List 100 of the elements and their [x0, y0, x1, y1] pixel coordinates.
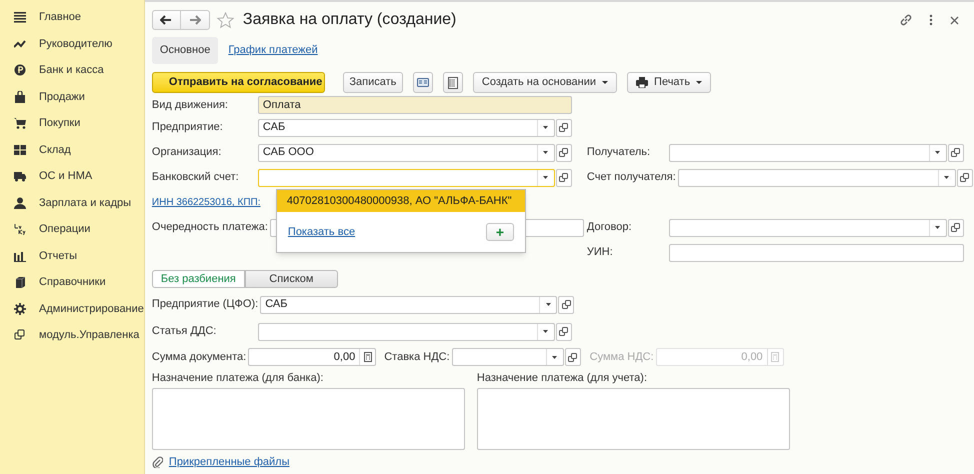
- segment-button[interactable]: Без разбиения: [152, 270, 245, 288]
- sidebar-item[interactable]: модуль.Управленка: [0, 322, 144, 348]
- list-icon: [448, 76, 458, 88]
- send-for-approval-button[interactable]: Отправить на согласование: [152, 72, 325, 93]
- icon-button[interactable]: [442, 72, 463, 93]
- open-button[interactable]: [948, 218, 964, 236]
- open-window-icon: [951, 223, 960, 232]
- input-field[interactable]: 0,00: [248, 348, 376, 366]
- open-button[interactable]: [556, 144, 572, 162]
- sidebar-item[interactable]: ОС и НМА: [0, 163, 144, 190]
- input-field[interactable]: [668, 218, 947, 236]
- caret-icon: [543, 176, 548, 179]
- trend-up-icon: [14, 38, 26, 50]
- link-icon[interactable]: [898, 13, 913, 27]
- open-window-icon: [559, 123, 568, 132]
- open-button[interactable]: [556, 168, 572, 186]
- input-field[interactable]: [258, 322, 555, 340]
- caret-icon: [552, 356, 558, 358]
- input-field[interactable]: Оплата: [258, 96, 572, 114]
- calculator-icon: [771, 352, 780, 362]
- caret-icon: [935, 151, 940, 154]
- add-button[interactable]: +: [486, 223, 514, 241]
- truck-icon: [14, 170, 26, 182]
- open-button[interactable]: [556, 322, 572, 340]
- open-button[interactable]: [948, 144, 964, 162]
- gear-icon: [14, 302, 26, 315]
- field-label: Назначение платежа (для банка):: [152, 371, 324, 385]
- create-based-on-button[interactable]: Создать на основании: [472, 72, 618, 93]
- field-label: Счет получателя:: [586, 170, 677, 186]
- sidebar-item[interactable]: Главное: [0, 4, 144, 30]
- input-field[interactable]: САБ ООО: [258, 144, 555, 162]
- coin-icon: [14, 64, 26, 76]
- dropdown-option[interactable]: 40702810300480000938, АО "АЛЬФА-БАНК": [276, 190, 525, 212]
- sidebar-item[interactable]: Справочники: [0, 269, 144, 296]
- sidebar-item[interactable]: Отчеты: [0, 242, 144, 269]
- left-arrow-icon: [160, 15, 172, 25]
- field-label: Сумма документа:: [152, 350, 248, 365]
- open-window-icon: [568, 352, 578, 362]
- sidebar-item[interactable]: Администрирование: [0, 296, 144, 322]
- open-window-icon: [559, 173, 568, 182]
- sidebar-item[interactable]: Склад: [0, 136, 144, 163]
- input-field[interactable]: САБ: [260, 296, 558, 314]
- field-label: Получатель:: [586, 145, 652, 160]
- cart-icon: [14, 117, 26, 130]
- caret-icon: [602, 81, 608, 84]
- input-field[interactable]: САБ: [258, 118, 555, 136]
- close-icon[interactable]: [950, 16, 959, 24]
- inn-link[interactable]: ИНН 3662253016, КПП:: [152, 195, 260, 210]
- open-window-icon: [559, 327, 568, 336]
- more-icon[interactable]: [928, 14, 933, 26]
- field-label: Вид движения:: [152, 98, 229, 113]
- caret-icon: [935, 226, 940, 229]
- icon-button[interactable]: [412, 72, 433, 93]
- attachments-link[interactable]: Прикрепленные файлы: [168, 455, 290, 469]
- show-all-link[interactable]: Показать все: [288, 224, 356, 240]
- open-button[interactable]: [956, 168, 973, 186]
- caret-icon: [543, 151, 548, 154]
- input-field[interactable]: [668, 144, 947, 162]
- calculator-icon: [364, 352, 372, 362]
- open-window-icon: [562, 300, 571, 309]
- debit-credit-icon: [14, 223, 26, 236]
- printer-icon: [636, 77, 648, 88]
- tab[interactable]: График платежей: [226, 37, 320, 64]
- sidebar-item[interactable]: Зарплата и кадры: [0, 190, 144, 216]
- open-window-icon: [960, 173, 970, 182]
- input-field[interactable]: [452, 348, 564, 366]
- input-field[interactable]: [258, 168, 555, 186]
- sidebar-item[interactable]: Руководителю: [0, 30, 144, 57]
- segment-button[interactable]: Списком: [244, 270, 338, 288]
- field-label: Сумма НДС:: [590, 350, 655, 365]
- field-label: Очередность платежа:: [152, 220, 269, 236]
- book-icon: [14, 276, 26, 288]
- input-field[interactable]: [668, 244, 964, 262]
- right-arrow-icon: [188, 15, 201, 25]
- window-title: Заявка на оплату (создание): [242, 10, 456, 30]
- field-label: Назначение платежа (для учета):: [476, 371, 648, 385]
- field-label: Ставка НДС:: [384, 350, 451, 365]
- field-label: Договор:: [586, 220, 632, 236]
- star-icon[interactable]: [216, 12, 234, 28]
- sidebar-item[interactable]: Продажи: [0, 84, 144, 110]
- sidebar-item[interactable]: Банк и касса: [0, 57, 144, 84]
- open-button[interactable]: [564, 348, 581, 366]
- input-field[interactable]: [678, 168, 956, 186]
- save-button[interactable]: Записать: [342, 72, 403, 93]
- field-label: Предприятие (ЦФО):: [152, 297, 260, 312]
- sidebar-item[interactable]: Покупки: [0, 110, 144, 136]
- open-button[interactable]: [556, 118, 572, 136]
- caret-icon: [546, 303, 551, 306]
- field-label: Банковский счет:: [152, 170, 240, 186]
- person-icon: [14, 196, 26, 209]
- caret-icon: [696, 81, 702, 84]
- open-window-icon: [559, 148, 568, 157]
- tab[interactable]: Основное: [152, 37, 218, 64]
- sidebar-item[interactable]: Операции: [0, 216, 144, 242]
- print-button[interactable]: Печать: [627, 72, 712, 93]
- field-label: Статья ДДС:: [152, 324, 218, 340]
- open-button[interactable]: [558, 296, 574, 314]
- open-window-icon: [951, 148, 960, 157]
- field-label: Организация:: [152, 145, 222, 160]
- caret-icon: [543, 330, 548, 333]
